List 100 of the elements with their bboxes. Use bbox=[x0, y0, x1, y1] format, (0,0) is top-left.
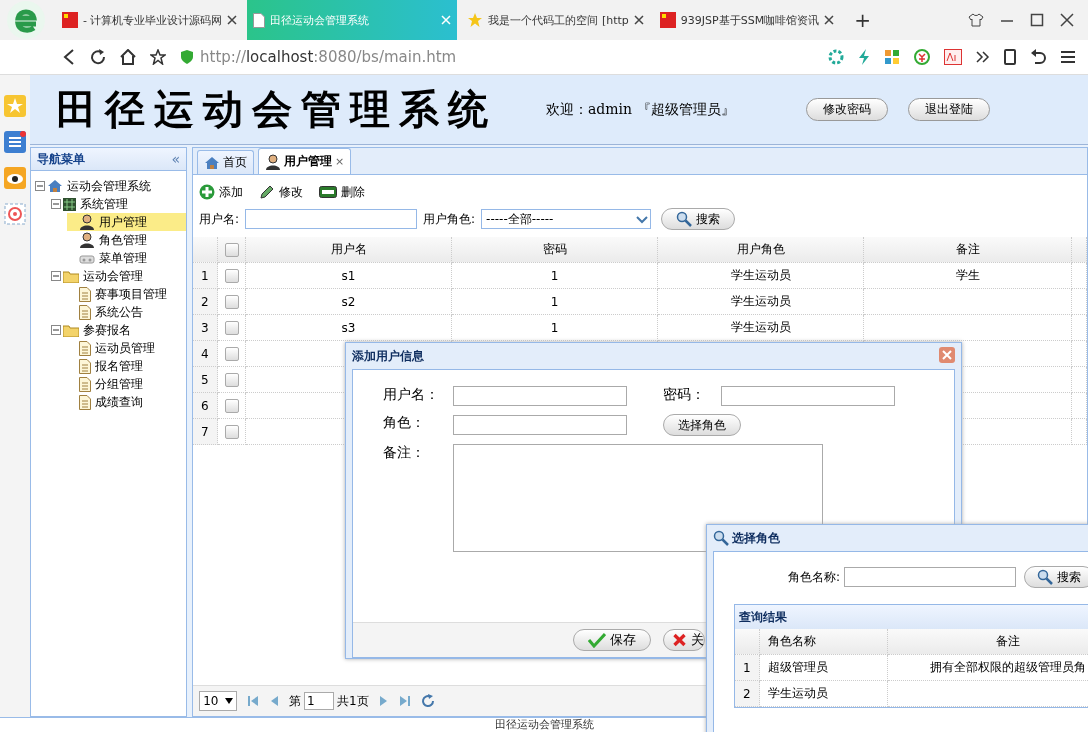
cross-icon bbox=[672, 631, 687, 649]
refresh-icon[interactable] bbox=[420, 694, 435, 708]
field-label: 角色： bbox=[383, 414, 426, 432]
table-cell: 学生运动员 bbox=[658, 263, 864, 289]
shirt-icon[interactable] bbox=[968, 13, 984, 27]
toolbar-button[interactable]: 修改 bbox=[259, 183, 303, 201]
row-checkbox[interactable] bbox=[224, 424, 239, 439]
column-header: 用户名 bbox=[246, 237, 452, 263]
close-button[interactable]: 关 bbox=[663, 629, 705, 651]
gear-icon[interactable] bbox=[828, 49, 844, 65]
table-cell: 拥有全部权限的超级管理员角 bbox=[888, 655, 1088, 681]
last-page-icon[interactable] bbox=[398, 695, 411, 707]
header-button[interactable]: 修改密码 bbox=[806, 98, 888, 121]
menu-icon[interactable] bbox=[1060, 50, 1076, 64]
home-icon[interactable] bbox=[120, 49, 136, 65]
header-button[interactable]: 退出登陆 bbox=[908, 98, 990, 121]
tree-item[interactable]: 用户管理 bbox=[67, 213, 186, 231]
tree-item[interactable]: 系统公告 bbox=[67, 303, 186, 321]
tree-item[interactable]: 分组管理 bbox=[67, 375, 186, 393]
column-header: 用户角色 bbox=[658, 237, 864, 263]
role-name-field[interactable] bbox=[844, 567, 1017, 587]
field-label: 用户名: bbox=[199, 210, 240, 228]
tree-item[interactable]: 菜单管理 bbox=[67, 249, 186, 267]
search-button[interactable]: 搜索 bbox=[1024, 566, 1088, 588]
column-header: 备注 bbox=[864, 237, 1072, 263]
person-icon bbox=[79, 232, 95, 248]
tree-item[interactable]: 参赛报名 bbox=[51, 321, 186, 339]
new-tab-button[interactable]: + bbox=[854, 8, 871, 32]
close-icon[interactable] bbox=[1060, 13, 1074, 27]
username-field[interactable] bbox=[245, 209, 418, 229]
search-icon bbox=[676, 211, 693, 227]
reload-icon[interactable] bbox=[90, 49, 106, 65]
select-all-checkbox[interactable] bbox=[224, 242, 239, 257]
translate-icon[interactable] bbox=[944, 49, 962, 65]
row-checkbox[interactable] bbox=[224, 294, 239, 309]
search-button[interactable]: 搜索 bbox=[661, 208, 736, 230]
tree-item[interactable]: 系统管理 bbox=[51, 195, 186, 213]
save-button[interactable]: 保存 bbox=[573, 629, 651, 651]
first-page-icon[interactable] bbox=[247, 695, 259, 707]
tree-item[interactable]: 角色管理 bbox=[67, 231, 186, 249]
field-label: 用户角色: bbox=[423, 210, 476, 228]
input-field[interactable] bbox=[453, 386, 627, 406]
page-number-field[interactable]: 1 bbox=[304, 692, 334, 710]
row-checkbox[interactable] bbox=[224, 398, 239, 413]
page-size-dropdown[interactable]: 10 bbox=[199, 691, 237, 711]
table-cell: 1 bbox=[452, 289, 658, 315]
tree-item[interactable]: 赛事项目管理 bbox=[67, 285, 186, 303]
search-icon bbox=[1037, 569, 1054, 585]
tree-item[interactable]: 报名管理 bbox=[67, 357, 186, 375]
table-cell: 超级管理员 bbox=[760, 655, 888, 681]
more-icon[interactable] bbox=[976, 51, 990, 63]
toolbar-button[interactable]: 删除 bbox=[319, 183, 365, 201]
tab[interactable]: 用户管理 × bbox=[258, 148, 352, 174]
choose-role-button[interactable]: 选择角色 bbox=[663, 414, 741, 436]
list-icon[interactable] bbox=[4, 131, 26, 153]
tree-item[interactable]: 运动会管理系统 bbox=[35, 177, 186, 195]
star-icon[interactable] bbox=[150, 49, 166, 65]
close-icon[interactable] bbox=[633, 15, 644, 25]
collapse-toggle-icon[interactable] bbox=[35, 181, 45, 191]
address-bar[interactable]: http://localhost:8080/bs/main.htm bbox=[180, 48, 660, 66]
table-cell: 学生运动员 bbox=[658, 315, 864, 341]
table-cell: 1 bbox=[452, 315, 658, 341]
collapse-toggle-icon[interactable] bbox=[51, 199, 61, 209]
collapse-toggle-icon[interactable] bbox=[51, 271, 61, 281]
input-field[interactable] bbox=[721, 386, 895, 406]
field-label: 用户名： bbox=[383, 386, 440, 404]
row-number: 6 bbox=[193, 393, 218, 419]
collapse-toggle-icon[interactable] bbox=[51, 325, 61, 335]
table-cell: s1 bbox=[246, 263, 452, 289]
row-checkbox[interactable] bbox=[224, 346, 239, 361]
maximize-icon[interactable] bbox=[1030, 13, 1044, 27]
tab[interactable]: 首页 bbox=[197, 150, 254, 174]
previous-page-icon[interactable] bbox=[269, 695, 279, 707]
document-icon bbox=[79, 340, 91, 356]
column-header: 角色名称 bbox=[760, 629, 888, 655]
tree-item[interactable]: 运动员管理 bbox=[67, 339, 186, 357]
undo-icon[interactable] bbox=[1030, 49, 1046, 65]
document-icon bbox=[79, 394, 91, 410]
close-icon[interactable] bbox=[227, 15, 238, 25]
money-icon[interactable] bbox=[914, 49, 930, 65]
role-dropdown[interactable]: -----全部----- bbox=[481, 209, 652, 229]
collapse-button[interactable]: « bbox=[171, 151, 180, 167]
lightning-icon[interactable] bbox=[858, 49, 870, 65]
eye-icon[interactable] bbox=[4, 167, 26, 189]
close-icon[interactable] bbox=[824, 15, 835, 25]
document-icon bbox=[79, 304, 91, 320]
input-field[interactable] bbox=[453, 415, 627, 435]
tree-item[interactable]: 运动会管理 bbox=[51, 267, 186, 285]
next-page-icon[interactable] bbox=[378, 695, 389, 707]
toolbar-button[interactable]: 添加 bbox=[199, 183, 243, 201]
folder-icon bbox=[63, 269, 79, 283]
back-icon[interactable] bbox=[62, 49, 76, 65]
row-checkbox[interactable] bbox=[224, 372, 239, 387]
tablet-icon[interactable] bbox=[1004, 49, 1016, 65]
tree-item[interactable]: 成绩查询 bbox=[67, 393, 186, 411]
row-checkbox[interactable] bbox=[224, 268, 239, 283]
row-checkbox[interactable] bbox=[224, 320, 239, 335]
at-icon[interactable] bbox=[4, 203, 26, 225]
close-tab-button[interactable]: × bbox=[335, 155, 345, 168]
apps-icon[interactable] bbox=[884, 49, 900, 65]
